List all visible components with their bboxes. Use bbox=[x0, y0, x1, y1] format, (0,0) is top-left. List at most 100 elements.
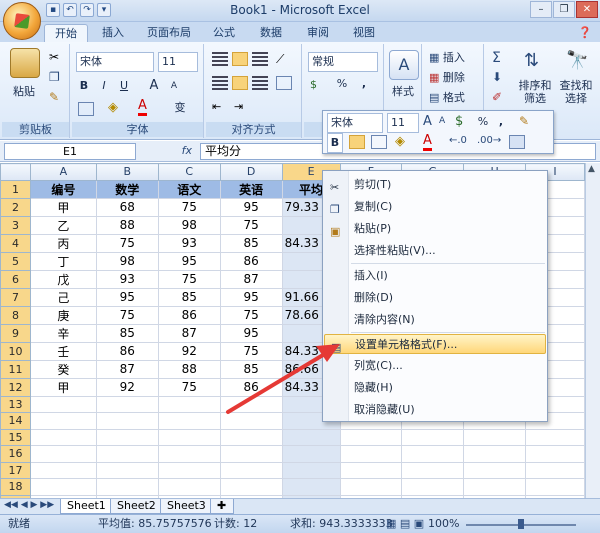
mini-comma-button[interactable]: , bbox=[495, 112, 507, 132]
mini-size-select[interactable]: 11 bbox=[387, 113, 419, 133]
cell[interactable] bbox=[463, 428, 527, 446]
cell[interactable] bbox=[29, 412, 97, 430]
cell[interactable]: 英语 bbox=[219, 179, 283, 199]
qat-dropdown-icon[interactable]: ▾ bbox=[97, 3, 111, 17]
row-header[interactable]: 14 bbox=[0, 412, 31, 430]
cell[interactable] bbox=[95, 412, 159, 430]
cell[interactable]: 86 bbox=[157, 305, 221, 325]
mini-border-icon[interactable] bbox=[371, 135, 387, 149]
sheet-tab-1[interactable]: Sheet1 bbox=[60, 499, 113, 514]
zoom-level[interactable]: 100% bbox=[428, 515, 459, 533]
cell[interactable] bbox=[401, 478, 465, 496]
mini-currency-icon[interactable]: $ bbox=[455, 114, 463, 129]
grow-font-button[interactable]: A bbox=[146, 76, 162, 96]
zoom-slider-thumb[interactable] bbox=[518, 519, 524, 529]
cell[interactable]: 庚 bbox=[29, 305, 97, 325]
column-header[interactable]: A bbox=[29, 163, 97, 181]
cell[interactable] bbox=[157, 445, 221, 463]
cell[interactable]: 85 bbox=[219, 233, 283, 253]
sort-filter-icon[interactable]: ⇅ bbox=[524, 50, 539, 71]
mini-shrink-font-icon[interactable]: A bbox=[439, 116, 445, 126]
cell[interactable] bbox=[401, 445, 465, 463]
mini-align-center-icon[interactable] bbox=[349, 135, 365, 149]
cell[interactable] bbox=[339, 461, 403, 479]
restore-icon[interactable]: ❐ bbox=[553, 1, 575, 18]
cell[interactable] bbox=[219, 478, 283, 496]
column-header[interactable]: D bbox=[219, 163, 283, 181]
mini-grow-font-icon[interactable]: A bbox=[423, 114, 432, 129]
name-box[interactable]: E1 bbox=[4, 143, 136, 160]
font-size-select[interactable]: 11 bbox=[158, 52, 198, 72]
cell[interactable] bbox=[95, 445, 159, 463]
cell[interactable]: 92 bbox=[157, 341, 221, 361]
cell[interactable]: 87 bbox=[219, 269, 283, 289]
row-header[interactable]: 13 bbox=[0, 395, 31, 413]
cell[interactable]: 辛 bbox=[29, 323, 97, 343]
cell[interactable] bbox=[29, 445, 97, 463]
cell[interactable] bbox=[463, 461, 527, 479]
sheet-tab-2[interactable]: Sheet2 bbox=[110, 499, 163, 514]
decrease-indent-icon[interactable]: ⇤ bbox=[212, 100, 221, 113]
cell[interactable]: 丁 bbox=[29, 251, 97, 271]
font-name-select[interactable]: 宋体 bbox=[76, 52, 154, 72]
cell[interactable] bbox=[219, 461, 283, 479]
format-cells-button[interactable]: ▤ 格式 bbox=[428, 88, 480, 108]
row-header[interactable]: 6 bbox=[0, 269, 31, 289]
align-middle-icon[interactable] bbox=[232, 52, 248, 66]
menu-item-copy[interactable]: ❐ 复制(C) bbox=[324, 197, 546, 217]
cell[interactable]: 甲 bbox=[29, 377, 97, 397]
align-center-icon[interactable] bbox=[232, 76, 248, 90]
shrink-font-button[interactable]: A bbox=[166, 76, 182, 96]
orientation-icon[interactable]: ⟋ bbox=[276, 52, 284, 67]
cell[interactable] bbox=[29, 428, 97, 446]
cell[interactable]: 87 bbox=[95, 359, 159, 379]
cell[interactable] bbox=[339, 478, 403, 496]
cell[interactable]: 癸 bbox=[29, 359, 97, 379]
cell[interactable]: 86 bbox=[219, 251, 283, 271]
cell[interactable] bbox=[463, 445, 527, 463]
menu-item-paste[interactable]: ▣ 粘贴(P) bbox=[324, 219, 546, 239]
number-format-select[interactable]: 常规 bbox=[308, 52, 378, 72]
merge-cells-icon[interactable] bbox=[276, 76, 292, 90]
menu-item-paste-special[interactable]: 选择性粘贴(V)... bbox=[324, 241, 546, 261]
cell[interactable]: 75 bbox=[157, 197, 221, 217]
align-right-icon[interactable] bbox=[252, 76, 268, 90]
vertical-scrollbar[interactable] bbox=[585, 163, 600, 498]
mini-bold-button[interactable]: B bbox=[327, 133, 343, 153]
menu-item-insert[interactable]: 插入(I) bbox=[324, 266, 546, 286]
delete-cells-button[interactable]: ▦ 删除 bbox=[428, 68, 480, 88]
minimize-icon[interactable]: – bbox=[530, 1, 552, 18]
italic-button[interactable]: I bbox=[96, 76, 112, 96]
cell[interactable]: 75 bbox=[157, 269, 221, 289]
cut-icon[interactable]: ✂ bbox=[49, 50, 59, 64]
fx-button[interactable]: fx bbox=[140, 144, 196, 160]
mini-increase-decimal-icon[interactable]: ←.0 bbox=[449, 135, 467, 146]
mini-percent-button[interactable]: % bbox=[475, 112, 491, 132]
row-header[interactable]: 15 bbox=[0, 428, 31, 446]
cell[interactable] bbox=[339, 428, 403, 446]
font-color-icon[interactable]: A bbox=[138, 98, 147, 116]
cell[interactable] bbox=[157, 478, 221, 496]
cell[interactable] bbox=[29, 395, 97, 413]
cell[interactable] bbox=[401, 461, 465, 479]
cell[interactable] bbox=[29, 461, 97, 479]
cell[interactable]: 95 bbox=[157, 251, 221, 271]
row-header[interactable]: 11 bbox=[0, 359, 31, 379]
tab-formulas[interactable]: 公式 bbox=[203, 24, 245, 42]
row-header[interactable]: 16 bbox=[0, 445, 31, 463]
format-painter-icon[interactable]: ✎ bbox=[49, 90, 59, 104]
cell[interactable]: 86 bbox=[95, 341, 159, 361]
cell[interactable] bbox=[463, 478, 527, 496]
cell[interactable] bbox=[525, 478, 585, 496]
cell[interactable]: 88 bbox=[95, 215, 159, 235]
cell[interactable] bbox=[525, 428, 585, 446]
row-header[interactable]: 18 bbox=[0, 478, 31, 496]
help-icon[interactable]: ❓ bbox=[578, 26, 592, 39]
align-top-icon[interactable] bbox=[212, 52, 228, 66]
cell[interactable]: 75 bbox=[95, 233, 159, 253]
cell[interactable]: 88 bbox=[157, 359, 221, 379]
cell[interactable]: 75 bbox=[157, 377, 221, 397]
copy-icon[interactable]: ❐ bbox=[49, 70, 60, 84]
cell[interactable]: 75 bbox=[219, 215, 283, 235]
mini-decrease-decimal-icon[interactable]: .00→ bbox=[477, 135, 501, 146]
